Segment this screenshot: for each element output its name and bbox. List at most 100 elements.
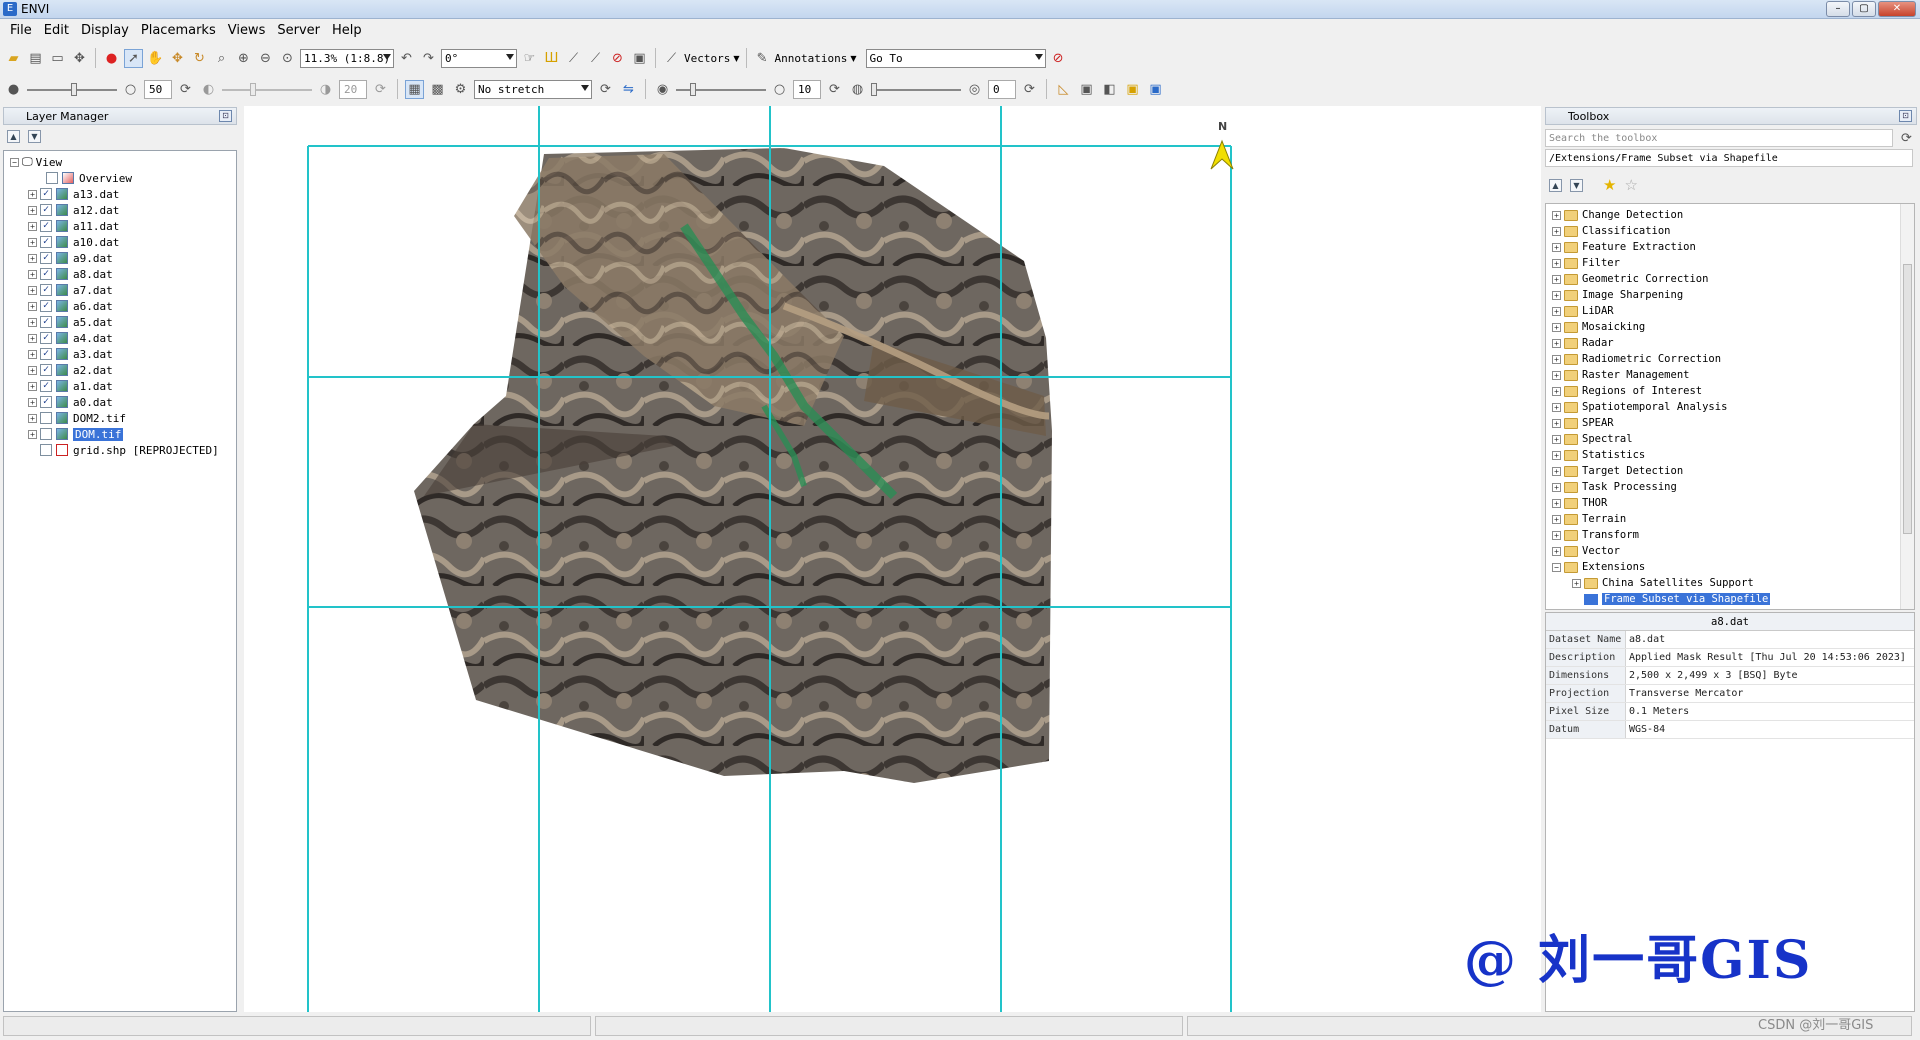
layer-icon[interactable]: ▭: [48, 49, 67, 68]
layer-checkbox[interactable]: ✓: [40, 364, 52, 376]
brightness-slider[interactable]: [27, 80, 117, 99]
layer-item[interactable]: + ✓ a7.dat: [4, 282, 236, 298]
collapse-icon[interactable]: −: [1552, 562, 1561, 572]
reset-sharpen-icon[interactable]: ⟳: [825, 80, 844, 99]
stretch-full-icon[interactable]: ▩: [428, 80, 447, 99]
toolbox-folder[interactable]: + Target Detection: [1546, 463, 1914, 479]
layer-item[interactable]: +grid.shp [REPROJECTED]: [4, 442, 236, 458]
rotate-right-icon[interactable]: ↷: [419, 49, 438, 68]
expand-all-icon[interactable]: ▼: [1570, 178, 1583, 192]
layer-item[interactable]: + ✓ a10.dat: [4, 234, 236, 250]
chart-icon[interactable]: ◺: [1054, 80, 1073, 99]
toolbox-folder[interactable]: + Spatiotemporal Analysis: [1546, 399, 1914, 415]
view-swipe-icon[interactable]: ▣: [1146, 80, 1165, 99]
layer-item[interactable]: + ✓ a9.dat: [4, 250, 236, 266]
expand-icon[interactable]: +: [1572, 578, 1581, 588]
expand-icon[interactable]: +: [1552, 306, 1561, 316]
toolbox-item-frame-subset[interactable]: Frame Subset via Shapefile: [1546, 591, 1914, 607]
menu-file[interactable]: File: [4, 23, 38, 38]
menu-server[interactable]: Server: [271, 23, 326, 38]
toolbox-folder[interactable]: + Mosaicking: [1546, 319, 1914, 335]
fly-icon[interactable]: ✥: [168, 49, 187, 68]
layer-checkbox[interactable]: ✓: [40, 348, 52, 360]
layer-checkbox[interactable]: ✓: [40, 316, 52, 328]
layer-checkbox[interactable]: ✓: [40, 188, 52, 200]
expand-icon[interactable]: +: [1552, 370, 1561, 380]
contrast-value[interactable]: 20: [339, 79, 367, 99]
expand-icon[interactable]: +: [1552, 354, 1561, 364]
crosshairs-icon[interactable]: ⟋: [564, 49, 583, 68]
expand-icon[interactable]: +: [1552, 546, 1561, 556]
toolbox-item-china-satellites[interactable]: + China Satellites Support: [1546, 575, 1914, 591]
expand-icon[interactable]: +: [28, 333, 37, 343]
layer-item[interactable]: + ✓ a11.dat: [4, 218, 236, 234]
menu-placemarks[interactable]: Placemarks: [135, 23, 222, 38]
sharpen-value[interactable]: 10: [793, 79, 821, 99]
vectors-dropdown[interactable]: Vectors: [684, 52, 730, 65]
layer-item[interactable]: + DOM2.tif: [4, 410, 236, 426]
zoom-extent-icon[interactable]: ⊙: [278, 49, 297, 68]
layer-checkbox[interactable]: ✓: [40, 284, 52, 296]
expand-icon[interactable]: +: [28, 253, 37, 263]
stretch-combo[interactable]: No stretch: [474, 79, 592, 99]
layer-item[interactable]: + ✓ a12.dat: [4, 202, 236, 218]
expand-icon[interactable]: +: [1552, 402, 1561, 412]
toolbox-folder[interactable]: − Extensions: [1546, 559, 1914, 575]
layer-checkbox[interactable]: ✓: [40, 332, 52, 344]
expand-icon[interactable]: +: [1552, 498, 1561, 508]
open-folder-icon[interactable]: ▰: [4, 49, 23, 68]
favorite-star-icon[interactable]: ★: [1603, 176, 1616, 194]
layer-checkbox[interactable]: [40, 444, 52, 456]
expand-icon[interactable]: +: [1552, 418, 1561, 428]
expand-icon[interactable]: +: [1552, 274, 1561, 284]
expand-icon[interactable]: +: [28, 397, 37, 407]
toolbox-folder[interactable]: + Radar: [1546, 335, 1914, 351]
expand-icon[interactable]: +: [28, 381, 37, 391]
layer-checkbox[interactable]: ✓: [40, 252, 52, 264]
menu-views[interactable]: Views: [222, 23, 272, 38]
layer-item[interactable]: + ✓ a0.dat: [4, 394, 236, 410]
layer-checkbox[interactable]: ✓: [40, 204, 52, 216]
menu-help[interactable]: Help: [326, 23, 368, 38]
expand-icon[interactable]: +: [28, 269, 37, 279]
brightness-value[interactable]: 50: [144, 79, 172, 99]
view-flicker-icon[interactable]: ▣: [1123, 80, 1142, 99]
toolbox-folder[interactable]: + Statistics: [1546, 447, 1914, 463]
expand-icon[interactable]: +: [1552, 434, 1561, 444]
layer-item[interactable]: + ✓ a3.dat: [4, 346, 236, 362]
layer-item[interactable]: + ✓ a13.dat: [4, 186, 236, 202]
expand-icon[interactable]: +: [1552, 258, 1561, 268]
expand-icon[interactable]: +: [1552, 466, 1561, 476]
spectral-profile-icon[interactable]: Ш: [542, 49, 561, 68]
toolbox-folder[interactable]: + Radiometric Correction: [1546, 351, 1914, 367]
zoom-icon[interactable]: ⌕: [212, 49, 231, 68]
expand-icon[interactable]: +: [1552, 386, 1561, 396]
layer-checkbox[interactable]: ✓: [40, 236, 52, 248]
expand-icon[interactable]: +: [28, 413, 37, 423]
transparency-slider[interactable]: [871, 80, 961, 99]
expand-icon[interactable]: +: [1552, 482, 1561, 492]
layer-item[interactable]: + ✓ a5.dat: [4, 314, 236, 330]
collapse-all-icon[interactable]: ▲: [1549, 178, 1562, 192]
view-blend-icon[interactable]: ◧: [1100, 80, 1119, 99]
placemark-icon[interactable]: ●: [102, 49, 121, 68]
toolbox-folder[interactable]: + Feature Extraction: [1546, 239, 1914, 255]
expand-icon[interactable]: +: [1552, 242, 1561, 252]
overview-checkbox[interactable]: [46, 172, 58, 184]
layer-item[interactable]: + ✓ a1.dat: [4, 378, 236, 394]
reset-transparency-icon[interactable]: ⟳: [1020, 80, 1039, 99]
toolbox-folder[interactable]: + Classification: [1546, 223, 1914, 239]
stretch-settings-icon[interactable]: ⚙: [451, 80, 470, 99]
expand-icon[interactable]: +: [1552, 226, 1561, 236]
toolbox-folder[interactable]: + Task Processing: [1546, 479, 1914, 495]
vector-icon[interactable]: ⟋: [662, 49, 681, 68]
menu-edit[interactable]: Edit: [38, 23, 75, 38]
contrast-slider[interactable]: [222, 80, 312, 99]
layer-checkbox[interactable]: ✓: [40, 380, 52, 392]
sharpen-slider[interactable]: [676, 80, 766, 99]
goto-combo[interactable]: Go To: [865, 48, 1046, 68]
toolbox-folder[interactable]: + Geometric Correction: [1546, 271, 1914, 287]
pan-hand-icon[interactable]: ✋: [146, 49, 165, 68]
layer-item[interactable]: + ✓ a4.dat: [4, 330, 236, 346]
rotation-combo[interactable]: 0°: [441, 48, 517, 68]
